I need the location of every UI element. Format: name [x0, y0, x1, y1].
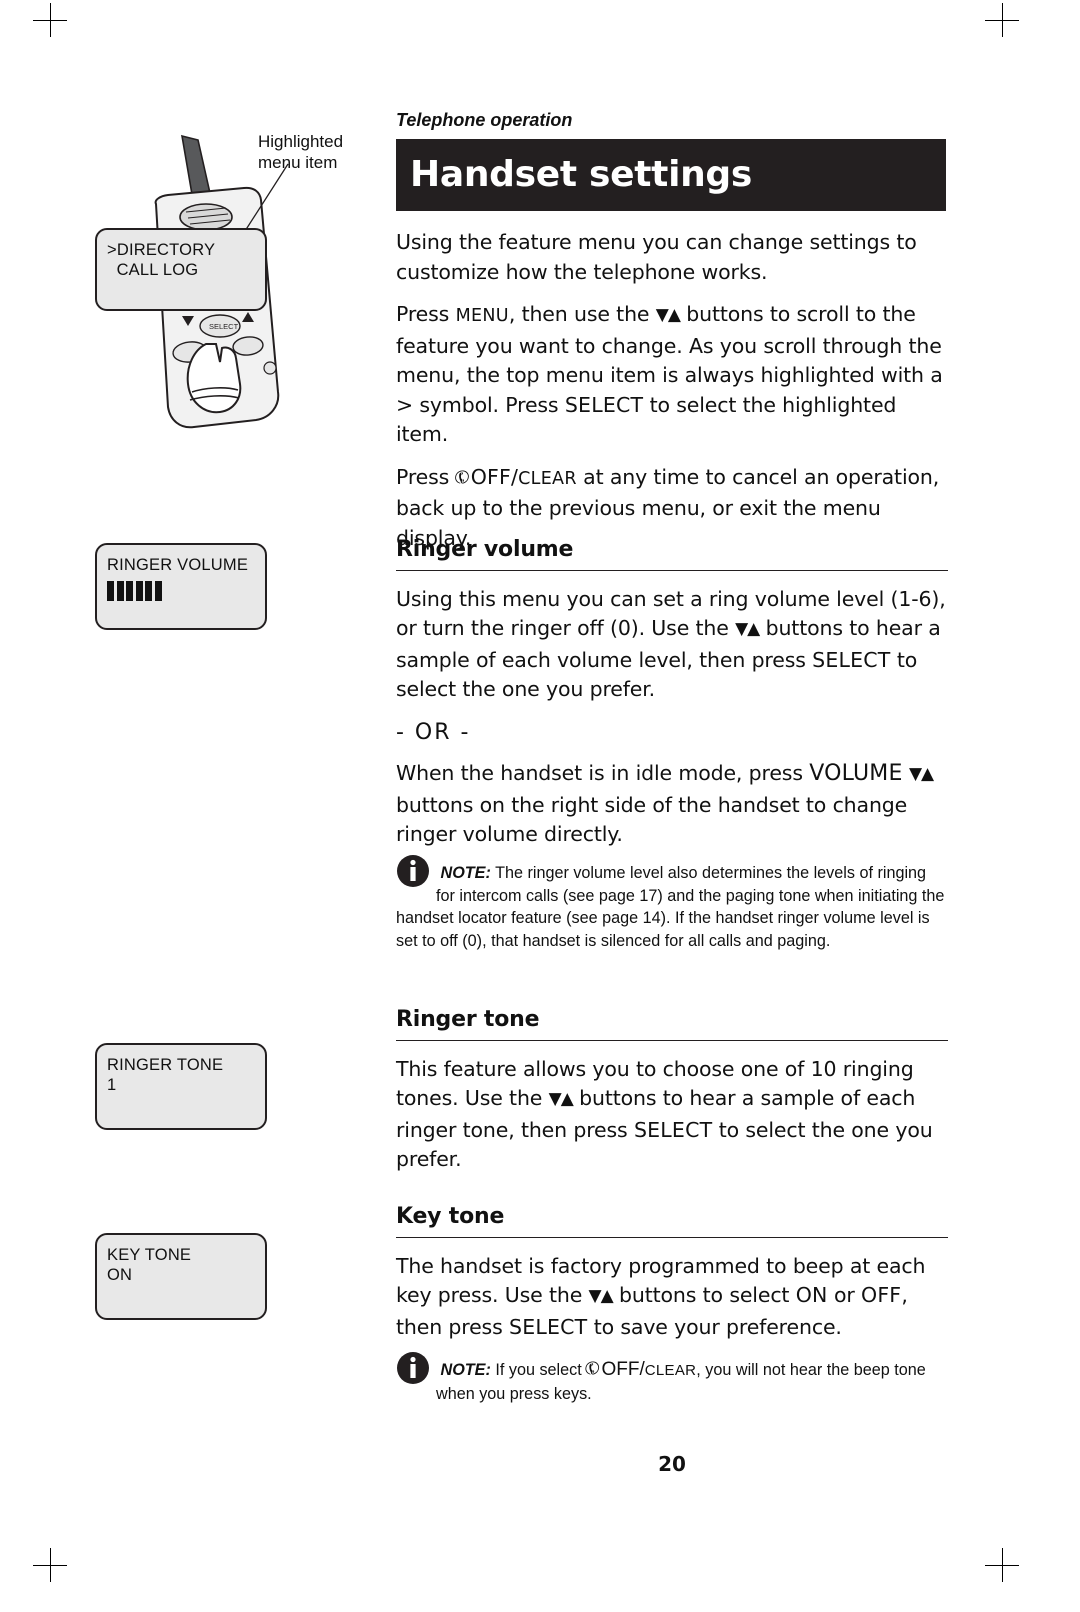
- kt-p1-b: buttons to select: [612, 1283, 796, 1307]
- rv-p2-b: buttons on the right side of the handset…: [396, 792, 908, 847]
- clear-key-label: CLEAR: [644, 1362, 697, 1379]
- off-key-label: OFF/: [470, 464, 519, 489]
- ringer-volume-paragraph-1: Using this menu you can set a ring volum…: [396, 585, 948, 705]
- select-key-label: SELECT: [633, 1117, 713, 1142]
- running-head: Telephone operation: [396, 110, 573, 130]
- lcd-line: RINGER VOLUME: [107, 556, 249, 574]
- key-tone-paragraph-1: The handset is factory programmed to bee…: [396, 1252, 948, 1343]
- heading-ringer-tone: Ringer tone: [396, 1005, 948, 1041]
- intro-block: Using the feature menu you can change se…: [396, 228, 948, 566]
- callout-label: Highlighted menu item: [258, 131, 368, 173]
- volume-level-bars: [107, 581, 255, 601]
- select-key-label: SELECT: [564, 392, 644, 417]
- off-key-label: OFF/: [601, 1359, 645, 1380]
- down-up-arrows-icon: ▼▲: [548, 1089, 574, 1109]
- page-title: Handset settings: [410, 154, 753, 195]
- intro-p2-b: , then use the: [508, 302, 656, 326]
- note-label: NOTE:: [440, 1361, 491, 1379]
- ringer-volume-paragraph-2: When the handset is in idle mode, press …: [396, 759, 948, 850]
- note-key-tone: NOTE: If you select ✆OFF/CLEAR, you will…: [396, 1352, 948, 1405]
- down-up-arrows-icon: ▼▲: [735, 619, 760, 639]
- lcd-key-tone: KEY TONE ON: [95, 1233, 267, 1320]
- lcd-ringer-volume: RINGER VOLUME: [95, 543, 267, 630]
- page-number: 20: [658, 1452, 686, 1476]
- kt-p1-e: to save your preference.: [587, 1314, 842, 1339]
- on-label: ON: [795, 1283, 828, 1307]
- ringer-tone-paragraph-1: This feature allows you to choose one of…: [396, 1055, 948, 1175]
- callout-label-line1: Highlighted menu item: [258, 132, 344, 172]
- volume-key-label: VOLUME: [809, 761, 903, 786]
- note-label: NOTE:: [440, 864, 491, 882]
- lcd-line: RINGER TONE: [107, 1056, 224, 1074]
- down-up-arrows-icon: ▼▲: [588, 1286, 614, 1306]
- down-up-arrows-icon: ▼▲: [655, 305, 681, 325]
- info-icon: [397, 1352, 429, 1384]
- lcd-menu-callout: >DIRECTORY CALL LOG: [95, 228, 267, 311]
- select-key-label: SELECT: [812, 647, 891, 672]
- intro-paragraph-2: Press MENU, then use the ▼▲ buttons to s…: [396, 300, 948, 450]
- or-divider: - OR -: [396, 719, 471, 745]
- crop-mark-right-top-h: [985, 20, 1019, 21]
- select-key-label: SELECT: [508, 1314, 588, 1339]
- intro-p2-a: Press: [396, 302, 456, 326]
- info-icon: [397, 855, 429, 887]
- intro-paragraph-1: Using the feature menu you can change se…: [396, 230, 917, 284]
- heading-key-tone: Key tone: [396, 1202, 948, 1238]
- ringer-volume-section: Ringer volume Using this menu you can se…: [396, 535, 948, 863]
- ringer-tone-section: Ringer tone This feature allows you to c…: [396, 1005, 948, 1188]
- intro-p3-a: Press: [396, 464, 456, 489]
- key-tone-section: Key tone The handset is factory programm…: [396, 1202, 948, 1355]
- lcd-line: 1: [107, 1076, 117, 1094]
- lcd-line: >DIRECTORY: [107, 241, 216, 259]
- svg-text:SELECT: SELECT: [209, 322, 239, 331]
- crop-mark-right-bottom-h: [985, 1565, 1019, 1566]
- menu-key-label: MENU: [455, 306, 509, 326]
- lcd-line: ON: [107, 1266, 133, 1284]
- lcd-line: CALL LOG: [107, 261, 199, 279]
- rv-p2-a: When the handset is in idle mode, press: [396, 761, 810, 785]
- manual-page: CID MENU DIR SELECT Highlighted menu ite…: [0, 0, 1080, 1612]
- page-title-bar: Handset settings: [396, 139, 946, 211]
- note-ringer-volume: NOTE: The ringer volume level also deter…: [396, 855, 948, 952]
- heading-ringer-volume: Ringer volume: [396, 535, 948, 571]
- illustration-column: CID MENU DIR SELECT Highlighted menu ite…: [0, 0, 390, 1612]
- off-label: OFF: [860, 1283, 902, 1307]
- kt-p1-c: or: [827, 1283, 861, 1307]
- down-up-arrows-icon: ▼▲: [908, 764, 934, 784]
- note-a: If you select: [490, 1361, 587, 1379]
- lcd-line: KEY TONE: [107, 1246, 192, 1264]
- lcd-ringer-tone: RINGER TONE 1: [95, 1043, 267, 1130]
- clear-key-label: CLEAR: [518, 468, 577, 489]
